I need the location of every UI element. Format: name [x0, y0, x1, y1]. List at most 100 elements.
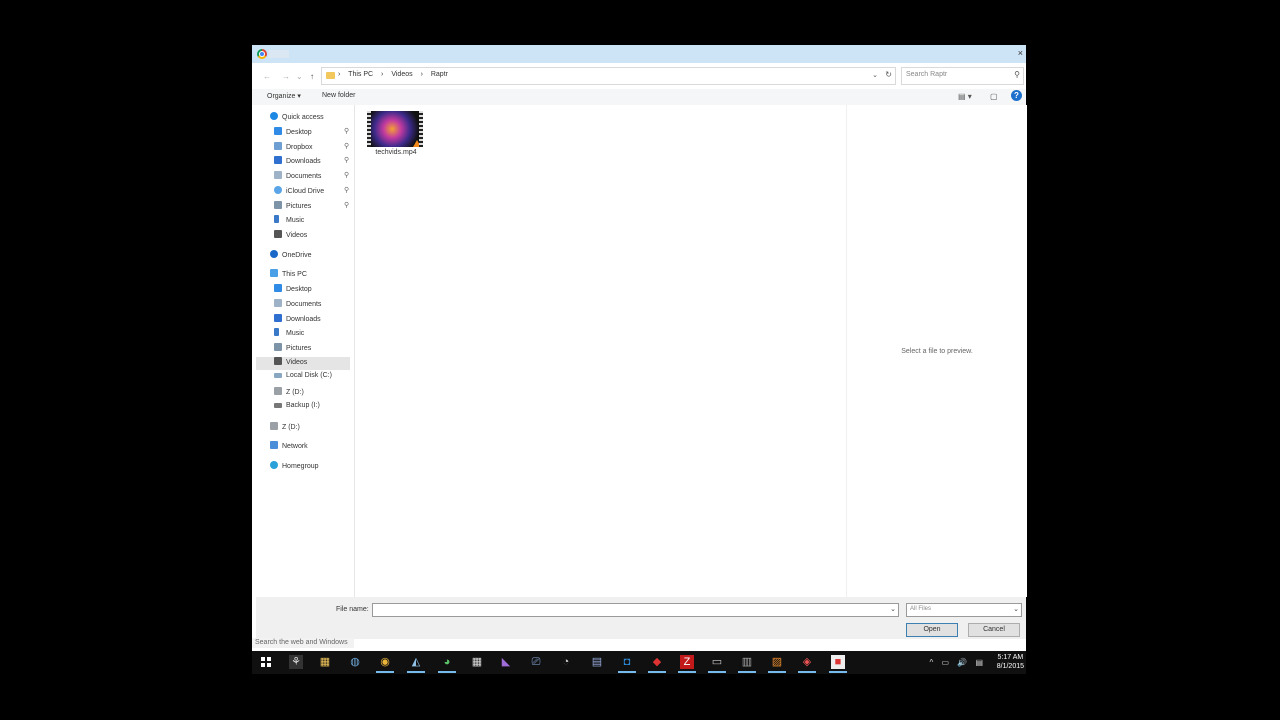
nav-z-drive[interactable]: Z (D:) [274, 387, 304, 400]
recent-locations-icon[interactable]: ⌄ [296, 72, 303, 81]
breadcrumb-separator: › [338, 71, 341, 78]
file-item[interactable]: techvids.mp4 [366, 111, 426, 161]
pinned-app-icon[interactable]: ⚘ [289, 655, 303, 669]
network-drive-icon [274, 387, 282, 395]
calculator-icon[interactable]: ▦ [470, 655, 484, 669]
documents-icon [274, 171, 282, 179]
image-editor-icon[interactable]: ▨ [768, 655, 786, 673]
video-thumbnail [367, 111, 423, 147]
network-icon [270, 441, 278, 449]
onedrive-icon [270, 250, 278, 258]
nav-qa-downloads[interactable]: Downloads ⚲ [274, 156, 349, 169]
view-options-icon[interactable]: ▤ ▾ [958, 92, 972, 101]
music-icon [274, 328, 279, 336]
app-icon[interactable]: ◔ [559, 655, 573, 669]
nav-backup-drive[interactable]: Backup (I:) [274, 402, 320, 415]
nav-z-drive-root[interactable]: Z (D:) [270, 422, 300, 435]
music-icon [274, 215, 279, 223]
search-placeholder: Search Raptr [906, 71, 948, 78]
toolbar: Organize ▾ New folder ▤ ▾ ▢ ? [252, 89, 1026, 105]
drive-icon [274, 403, 282, 408]
nav-pc-documents[interactable]: Documents [274, 299, 321, 312]
dropbox-icon [274, 142, 282, 150]
notes-icon[interactable]: ▤ [590, 655, 604, 669]
app-icon[interactable]: ◕ [438, 655, 456, 673]
chrome-icon [257, 49, 267, 59]
nav-pc-downloads[interactable]: Downloads [274, 314, 321, 327]
nav-pc-videos[interactable]: Videos [256, 357, 350, 370]
globe-icon[interactable]: ◍ [348, 655, 362, 669]
close-icon[interactable]: × [1018, 48, 1023, 58]
address-row: ← → ⌄ ↑ › This PC › Videos › Raptr ⌄ ↻ S… [252, 63, 1026, 89]
app-icon[interactable]: ◭ [407, 655, 425, 673]
nav-qa-music[interactable]: Music [274, 215, 304, 228]
clock[interactable]: 5:17 AM 8/1/2015 [997, 653, 1024, 671]
file-name-input[interactable]: ⌄ [372, 603, 899, 617]
nav-qa-pictures[interactable]: Pictures ⚲ [274, 201, 349, 214]
nav-quick-access[interactable]: Quick access [270, 112, 324, 125]
videos-icon [274, 357, 282, 365]
forward-icon[interactable]: → [282, 72, 290, 81]
open-button[interactable]: Open [906, 623, 958, 637]
app-icon[interactable]: ◆ [648, 655, 666, 673]
nav-qa-dropbox[interactable]: Dropbox ⚲ [274, 142, 349, 155]
app-icon[interactable]: ▥ [738, 655, 756, 673]
pin-icon: ⚲ [344, 143, 350, 150]
nav-pc-desktop[interactable]: Desktop [274, 284, 312, 297]
terminal-icon[interactable]: ▭ [708, 655, 726, 673]
visual-studio-icon[interactable]: ◣ [499, 655, 513, 669]
nav-homegroup[interactable]: Homegroup [270, 461, 319, 474]
file-list: techvids.mp4 [356, 105, 846, 597]
nav-qa-desktop[interactable]: Desktop ⚲ [274, 127, 349, 140]
chevron-down-icon[interactable]: ⌄ [1013, 605, 1019, 613]
app-icon[interactable]: ◈ [798, 655, 816, 673]
cortana-search-box[interactable]: Search the web and Windows [252, 638, 354, 648]
chrome-app-icon[interactable]: ◉ [376, 655, 394, 673]
nav-network[interactable]: Network [270, 441, 308, 454]
refresh-icon[interactable]: ↻ [885, 70, 892, 79]
pin-icon: ⚲ [344, 172, 350, 179]
preview-pane-icon[interactable]: ▢ [990, 92, 998, 101]
system-tray[interactable]: ^ ▭ 🔊 ▤ [930, 658, 987, 667]
navigation-pane: Quick access Desktop ⚲ Dropbox ⚲ Downloads… [256, 105, 355, 597]
app-icon[interactable]: ■ [829, 655, 847, 673]
remote-desktop-icon[interactable]: ⎚ [529, 655, 543, 669]
network-drive-icon [270, 422, 278, 430]
file-explorer-icon[interactable]: ▦ [318, 655, 332, 669]
filezilla-icon[interactable]: Z [678, 655, 696, 673]
help-icon[interactable]: ? [1011, 90, 1022, 101]
breadcrumb: › This PC › Videos › Raptr [338, 71, 454, 78]
chevron-down-icon[interactable]: ⌄ [890, 605, 896, 613]
preview-message: Select a file to preview. [901, 348, 973, 355]
downloads-icon [274, 156, 282, 164]
star-icon [270, 112, 278, 120]
nav-onedrive[interactable]: OneDrive [270, 250, 312, 263]
back-icon[interactable]: ← [263, 72, 271, 81]
nav-local-disk-c[interactable]: Local Disk (C:) [274, 372, 332, 385]
cancel-button[interactable]: Cancel [968, 623, 1020, 637]
nav-qa-videos[interactable]: Videos [274, 230, 307, 243]
breadcrumb-separator: › [381, 71, 384, 78]
address-dropdown-icon[interactable]: ⌄ [872, 71, 878, 79]
address-bar[interactable]: › This PC › Videos › Raptr ⌄ ↻ [321, 67, 896, 85]
nav-qa-icloud-drive[interactable]: iCloud Drive ⚲ [274, 186, 349, 199]
taskbar: ⚘ ▦ ◍ ◉ ◭ ◕ ▦ ◣ ⎚ ◔ ▤ ◘ ◆ Z ▭ ▥ ▨ ◈ ■ ^ … [252, 651, 1026, 674]
organize-button[interactable]: Organize ▾ [267, 92, 301, 100]
breadcrumb-separator: › [420, 71, 423, 78]
windows-start-icon[interactable] [261, 657, 271, 667]
nav-pc-pictures[interactable]: Pictures [274, 343, 311, 356]
nav-this-pc[interactable]: This PC [270, 269, 307, 282]
nav-pc-music[interactable]: Music [274, 328, 304, 341]
breadcrumb-videos[interactable]: Videos [391, 71, 412, 78]
nav-qa-documents[interactable]: Documents ⚲ [274, 171, 349, 184]
breadcrumb-raptr[interactable]: Raptr [431, 71, 448, 78]
homegroup-icon [270, 461, 278, 469]
app-icon[interactable]: ◘ [618, 655, 636, 673]
search-input[interactable]: Search Raptr ⚲ [901, 67, 1024, 85]
breadcrumb-this-pc[interactable]: This PC [348, 71, 373, 78]
drive-icon [274, 373, 282, 378]
cortana-search-text: Search the web and Windows [255, 639, 348, 646]
file-type-select[interactable]: All Files ⌄ [906, 603, 1022, 617]
new-folder-button[interactable]: New folder [322, 92, 355, 99]
up-icon[interactable]: ↑ [310, 72, 314, 81]
